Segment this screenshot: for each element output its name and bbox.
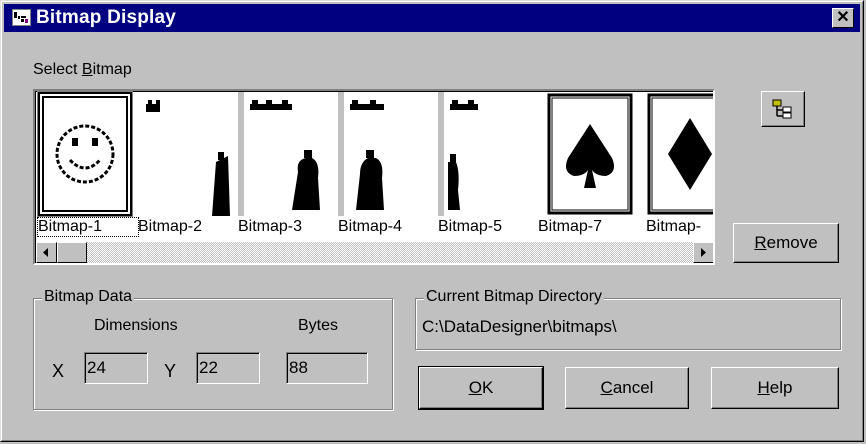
dimensions-label: Dimensions [94,317,178,334]
bitmap-app-icon [12,9,31,26]
bitmap-label: Bitmap-2 [138,218,203,235]
bitmap-thumbnail [546,92,634,216]
remove-label: Remove [754,233,818,252]
bitmap-thumbnail [346,92,434,216]
bitmap-thumbnail [446,92,534,216]
scroll-thumb[interactable] [57,242,87,263]
bitmap-thumbnail [138,92,230,216]
x-label: X [52,361,65,381]
group-title: Current Bitmap Directory [424,288,605,306]
help-button[interactable]: Help [711,367,839,409]
directory-path: C:\DataDesigner\bitmaps\ [422,317,617,336]
tree-directory-icon [772,99,792,119]
ok-button[interactable]: OK [418,366,544,410]
help-label: Help [757,378,793,397]
window-title: Bitmap Display [36,7,177,28]
bitmap-label: Bitmap- [646,218,702,235]
bitmap-item-1[interactable]: Bitmap-1 [37,91,139,242]
diamond-icon [647,93,713,215]
bitmap-data-group: Bitmap Data Dimensions Bytes X 24 Y 22 8… [33,288,393,410]
bitmap-label: Bitmap-5 [438,218,503,235]
thumbnail-gap [438,92,444,216]
bitmap-list[interactable]: Bitmap-1 Bitmap-2 Bitmap-3 Bitmap-4 Bitm… [33,89,715,265]
bytes-label: Bytes [298,317,339,334]
y-dimension-field: 22 [196,352,260,384]
bag-icon [448,100,478,210]
x-dimension-field: 24 [84,352,148,384]
bag-icon [250,100,320,210]
bitmap-label: Bitmap-7 [538,218,603,235]
thumbnail-gap [338,92,344,216]
triangle-left-icon [43,248,48,257]
bitmap-label: Bitmap-4 [338,218,403,235]
browse-directory-button[interactable] [761,91,805,127]
bytes-field: 88 [286,352,368,384]
bag-icon [146,100,230,216]
close-button[interactable]: ✕ [832,8,854,28]
scroll-left-button[interactable] [36,242,57,263]
title-bar: Bitmap Display ✕ [4,4,860,32]
current-directory-group: Current Bitmap Directory C:\DataDesigner… [415,288,841,350]
spade-icon [547,93,633,215]
bitmap-item-4[interactable]: Bitmap-4 [338,92,438,242]
y-label: Y [164,361,177,381]
bitmap-item-7[interactable]: Bitmap-7 [538,92,638,242]
remove-button[interactable]: Remove [733,223,839,263]
horizontal-scrollbar[interactable] [36,242,713,263]
bitmap-item-8[interactable]: Bitmap- [638,92,713,242]
bitmap-thumbnail [646,92,713,216]
bitmap-thumbnail [37,91,133,217]
smiley-face-icon [42,96,128,212]
bitmap-item-2[interactable]: Bitmap-2 [138,92,238,242]
scroll-right-button[interactable] [693,242,713,263]
bitmap-item-3[interactable]: Bitmap-3 [238,92,338,242]
ok-label: OK [468,378,494,397]
select-bitmap-label: Select Bitmap [33,61,132,78]
bitmap-item-5[interactable]: Bitmap-5 [438,92,538,242]
bitmap-thumbnail [246,92,334,216]
group-title: Bitmap Data [42,288,135,306]
close-icon: ✕ [836,9,850,26]
bitmap-list-viewport: Bitmap-1 Bitmap-2 Bitmap-3 Bitmap-4 Bitm… [35,91,713,263]
triangle-right-icon [701,248,706,257]
cancel-label: Cancel [600,378,654,397]
bitmap-display-dialog: Bitmap Display ✕ Select Bitmap Bitmap-1 [0,0,864,442]
thumbnail-gap [238,92,244,216]
bitmap-label: Bitmap-3 [238,218,303,235]
bag-icon [350,100,384,210]
cancel-button[interactable]: Cancel [565,367,689,409]
bitmap-label: Bitmap-1 [37,217,139,237]
